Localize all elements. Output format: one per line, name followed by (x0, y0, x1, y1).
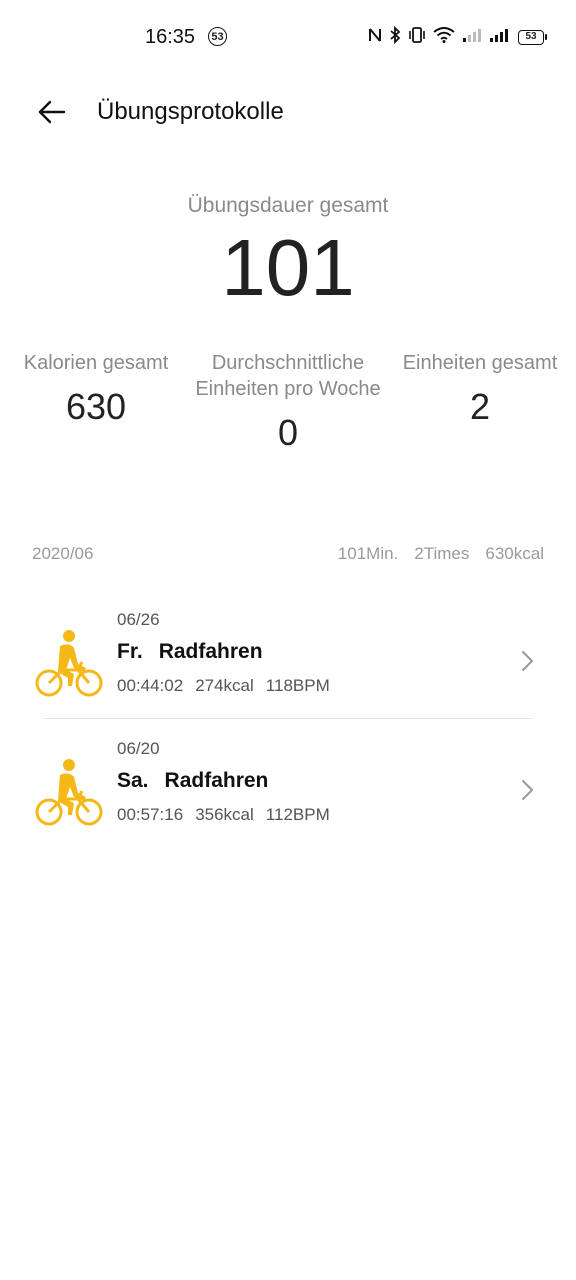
month-times: 2Times (414, 544, 470, 563)
activity-title: Sa. Radfahren (117, 769, 268, 793)
bluetooth-icon (389, 25, 401, 49)
month-label: 2020/06 (32, 544, 94, 563)
status-time: 16:35 (145, 26, 196, 48)
calories-label: Kalorien gesamt (23, 352, 169, 374)
total-duration-value: 101 (221, 223, 355, 312)
signal-icon (489, 27, 509, 48)
month-totals: 101Min. 2Times 630kcal (338, 544, 544, 564)
chevron-right-icon (522, 780, 533, 800)
activity-stats: 00:44:02 274kcal 118BPM (117, 676, 330, 696)
activity-item[interactable]: 06/20 Sa. Radfahren 00:57:16 356kcal 112B… (0, 739, 576, 859)
month-kcal: 630kcal (485, 544, 544, 563)
status-bar: 16:35 53 53 (0, 0, 576, 74)
activity-weekday: Sa. (117, 769, 149, 792)
units-stat: Einheiten gesamt 2 (384, 350, 576, 428)
activity-item[interactable]: 06/26 Fr. Radfahren 00:44:02 274kcal 118B… (0, 610, 576, 730)
month-minutes: 101Min. (337, 544, 399, 563)
vibrate-icon (408, 26, 426, 48)
activity-kcal: 356kcal (195, 805, 254, 824)
cycling-icon (35, 630, 103, 697)
page-title: Übungsprotokolle (97, 98, 284, 125)
weekly-average-stat: Durchschnittliche Einheiten pro Woche 0 (192, 350, 384, 454)
back-button[interactable] (32, 94, 72, 130)
app-header: Übungsprotokolle (0, 84, 576, 140)
activity-date: 06/20 (117, 739, 160, 758)
activity-bpm: 118BPM (265, 676, 330, 695)
activity-title: Fr. Radfahren (117, 640, 263, 664)
wifi-icon (433, 26, 455, 48)
chevron-right-icon (522, 651, 533, 671)
weekly-average-label: Durchschnittliche Einheiten pro Woche (195, 352, 381, 400)
arrow-left-icon (38, 100, 66, 124)
units-value: 2 (469, 386, 491, 427)
activity-date: 06/26 (117, 610, 160, 629)
status-icons: 53 (368, 24, 547, 50)
nfc-icon (368, 27, 382, 48)
calories-value: 630 (65, 386, 127, 427)
cycling-icon (35, 759, 103, 826)
activity-weekday: Fr. (117, 640, 143, 663)
activity-stats: 00:57:16 356kcal 112BPM (117, 805, 330, 825)
activity-type: Radfahren (158, 640, 263, 663)
list-divider (44, 718, 532, 719)
units-label: Einheiten gesamt (402, 352, 558, 374)
calories-stat: Kalorien gesamt 630 (0, 350, 192, 428)
total-duration-label: Übungsdauer gesamt (187, 194, 389, 217)
activity-type: Radfahren (164, 769, 269, 792)
activity-duration: 00:57:16 (117, 805, 184, 824)
battery-indicator: 53 (518, 29, 547, 45)
weekly-average-value: 0 (277, 412, 299, 453)
notification-badge: 53 (208, 27, 227, 46)
activity-kcal: 274kcal (195, 676, 254, 695)
activity-bpm: 112BPM (265, 805, 330, 824)
activity-duration: 00:44:02 (117, 676, 184, 695)
signal-icon (462, 27, 482, 48)
